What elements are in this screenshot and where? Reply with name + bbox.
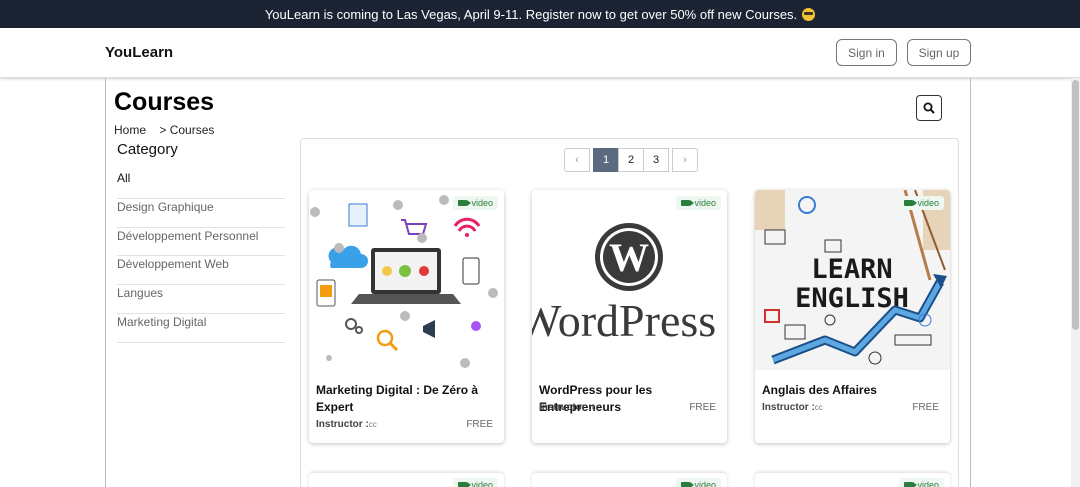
brand-logo[interactable]: YouLearn	[105, 44, 173, 61]
category-item-developpement-personnel[interactable]: Développement Personnel	[117, 228, 285, 257]
course-instructor: Instructor :cc	[316, 419, 377, 430]
video-camera-icon	[458, 200, 472, 206]
course-card[interactable]: LEARN ENGLISH video Anglais des Affaires…	[755, 190, 950, 443]
scrollbar-thumb[interactable]	[1072, 80, 1079, 330]
course-card[interactable]: video	[755, 473, 950, 487]
category-item-all[interactable]: All	[117, 170, 285, 199]
course-title[interactable]: Marketing Digital : De Zéro à Expert	[316, 382, 496, 416]
sign-in-button[interactable]: Sign in	[836, 39, 897, 66]
video-badge: video	[676, 196, 721, 210]
video-badge: video	[899, 196, 944, 210]
pagination-prev-button[interactable]: ‹	[564, 148, 590, 172]
category-item-developpement-web[interactable]: Développement Web	[117, 256, 285, 286]
sign-up-button[interactable]: Sign up	[907, 39, 971, 66]
course-card[interactable]: W WordPress video WordPress pour les Ent…	[532, 190, 727, 443]
category-title: Category	[117, 141, 178, 158]
pagination-page-1[interactable]: 1	[593, 148, 619, 172]
breadcrumb-separator: >	[159, 123, 167, 137]
sunglasses-emoji-icon	[802, 7, 816, 21]
video-camera-icon	[681, 482, 695, 487]
video-camera-icon	[904, 482, 918, 487]
course-title[interactable]: Anglais des Affaires	[762, 382, 942, 399]
video-badge: video	[453, 478, 498, 487]
svg-text:WordPress: WordPress	[532, 295, 716, 346]
scrollbar[interactable]	[1071, 78, 1080, 487]
breadcrumb: Home > Courses	[114, 123, 214, 137]
category-item-langues[interactable]: Langues	[117, 285, 285, 314]
pagination-page-2[interactable]: 2	[618, 148, 644, 172]
course-price: FREE	[912, 402, 939, 413]
category-item-marketing-digital[interactable]: Marketing Digital	[117, 314, 285, 343]
learn-english-sketch: LEARN ENGLISH	[755, 190, 950, 370]
course-thumbnail-wordpress[interactable]: W WordPress video	[532, 190, 727, 370]
course-card[interactable]: video Marketing Digital : De Zéro à Expe…	[309, 190, 504, 443]
category-item-design-graphique[interactable]: Design Graphique	[117, 199, 285, 228]
pagination-page-3[interactable]: 3	[643, 148, 669, 172]
marketing-illustration	[309, 190, 504, 370]
pagination-next-button[interactable]: ›	[672, 148, 698, 172]
announcement-text: YouLearn is coming to Las Vegas, April 9…	[264, 6, 798, 22]
course-instructor: Instructor :cc	[539, 402, 600, 413]
pagination: ‹ 1 2 3 ›	[564, 148, 698, 172]
search-icon	[923, 102, 935, 114]
video-badge: video	[899, 478, 944, 487]
video-badge: video	[676, 478, 721, 487]
course-price: FREE	[689, 402, 716, 413]
video-camera-icon	[458, 482, 472, 487]
course-thumbnail-english[interactable]: LEARN ENGLISH video	[755, 190, 950, 370]
page-title: Courses	[114, 88, 215, 116]
breadcrumb-current: Courses	[169, 123, 215, 137]
video-badge: video	[453, 196, 498, 210]
search-button[interactable]	[916, 95, 942, 121]
video-camera-icon	[904, 200, 918, 206]
course-card[interactable]: video	[532, 473, 727, 487]
navbar: YouLearn Sign in Sign up	[0, 28, 1080, 78]
svg-text:LEARN: LEARN	[811, 254, 892, 285]
video-camera-icon	[681, 200, 695, 206]
course-price: FREE	[466, 419, 493, 430]
breadcrumb-home[interactable]: Home	[114, 123, 146, 137]
course-thumbnail-marketing[interactable]: video	[309, 190, 504, 370]
course-instructor: Instructor :cc	[762, 402, 823, 413]
category-list: All Design Graphique Développement Perso…	[117, 170, 285, 343]
svg-text:W: W	[609, 235, 649, 280]
wordpress-logo-icon: W WordPress	[532, 190, 727, 370]
course-card[interactable]: video	[309, 473, 504, 487]
announcement-bar: YouLearn is coming to Las Vegas, April 9…	[0, 0, 1080, 28]
